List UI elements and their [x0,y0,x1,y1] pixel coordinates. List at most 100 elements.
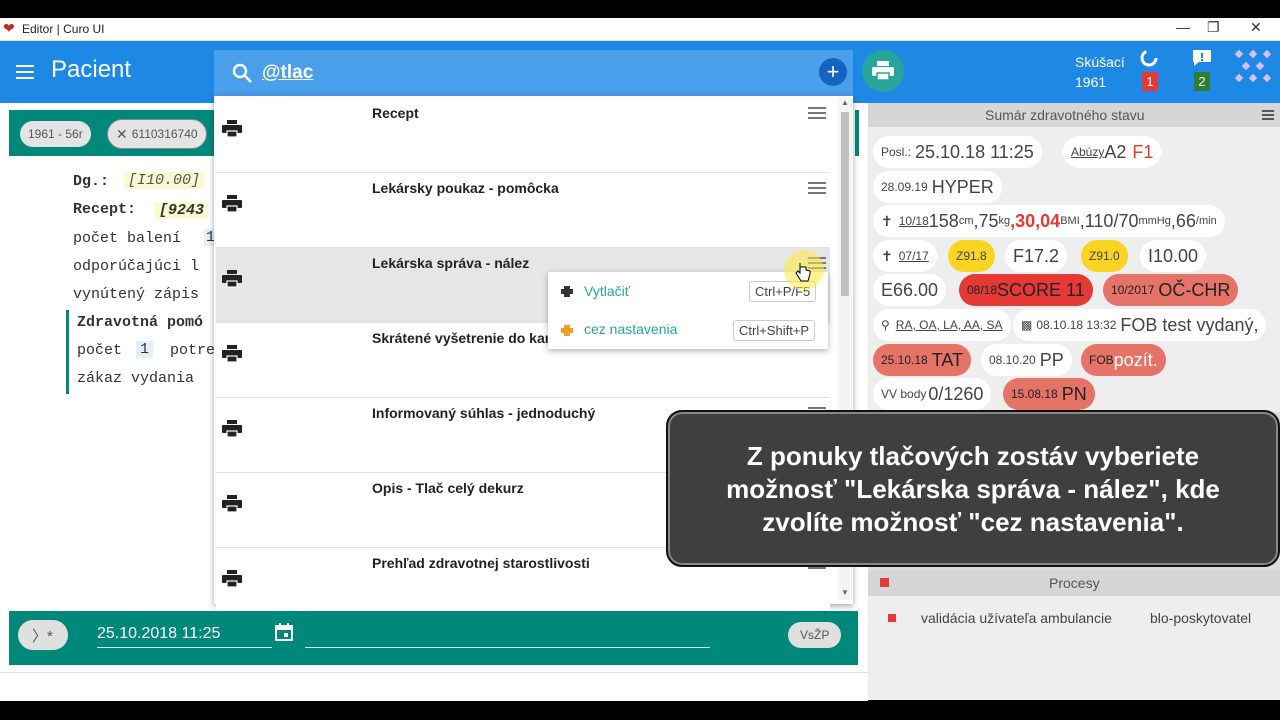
patient-id-chip[interactable]: ✕ 6110316740 [107,119,207,149]
close-window-button[interactable]: ✕ [1250,19,1262,36]
bmi-unit: BMI [1060,215,1080,227]
insurance-button[interactable]: VsŽP [788,622,842,648]
fob-test-chip[interactable]: ▩ 08.10.18 13:32 FOB test vydaný, [1013,309,1267,341]
item-options-icon[interactable] [808,181,826,199]
score-value: SCORE 11 [997,279,1085,300]
comment-icon: ▩ [1021,318,1033,332]
diagnosis-z910-label: Z91.0 [1089,249,1120,263]
hyper-chip[interactable]: 28.09.19 HYPER [873,171,1002,203]
pulse-unit: /min [1195,215,1217,227]
process-row[interactable]: validácia užívateľa ambulancie blo-posky… [868,604,1280,634]
diagnosis-i1000-chip[interactable]: I10.00 [1140,240,1207,272]
search-bar[interactable]: @tlac + [214,50,853,100]
ear-icon: 〉* [32,628,53,645]
message-badge: 2 [1194,72,1210,91]
pp-date: 08.10.20 [989,353,1036,367]
aid-ban-label: zákaz vydania [77,370,195,387]
printer-icon [222,195,242,218]
remove-icon[interactable]: ✕ [116,126,128,143]
sync-icon[interactable] [1139,48,1159,68]
eye-chronic-chip[interactable]: 10/2017 OČ-CHR [1103,274,1239,306]
menu-icon[interactable] [16,65,34,79]
diagnosis-z918-chip[interactable]: Z91.8 [948,240,995,272]
pulse-value: ,66 [1170,210,1196,231]
dg-value[interactable]: [I10.00] [124,172,205,189]
calendar-icon[interactable] [275,623,293,641]
tooltip-text: Z ponuky tlačových zostáv vyberiete možn… [668,440,1278,539]
age-chip: 1961 - 56r [20,121,91,147]
aid-count-value[interactable]: 1 [136,341,154,358]
dg-date-chip[interactable]: ✝ 07/17 [873,240,937,272]
print-menu-item-label: Lekárska správa - nález [372,255,530,271]
tat-date: 25.10.18 [881,353,928,367]
printer-icon [222,570,242,593]
printer-small-icon [561,286,573,297]
menu-scrollbar-thumb[interactable] [841,112,849,296]
printer-icon [222,495,242,518]
print-menu-item[interactable]: Lekársky poukaz - pomôcka [216,173,830,248]
sick-leave-value: PN [1061,383,1087,404]
diagnosis-e6600-chip[interactable]: E66.00 [873,274,947,306]
maximize-button[interactable]: ❐ [1207,19,1220,36]
abuse-chip[interactable]: Abúzy A2 F1 [1063,136,1162,168]
dg-label: Dg.: [73,173,110,190]
submenu-settings-shortcut: Ctrl+Shift+P [733,320,816,341]
aid-block-title: Zdravotná pomó [77,314,204,331]
examinations-chip[interactable]: ⚲ RA, OA, LA, AA, SA [873,309,1011,341]
hyper-date: 28.09.19 [881,180,928,194]
weight-value: ,75 [973,210,999,231]
processes-title: Procesy [1049,575,1100,591]
submenu-settings-item[interactable]: cez nastavenia Ctrl+Shift+P [548,315,828,347]
status-square-icon [888,614,896,622]
vv-points-chip[interactable]: VV body 0/1260 [873,378,992,410]
minimize-button[interactable]: — [1176,19,1190,35]
hearing-button[interactable]: 〉* [18,620,68,650]
print-button[interactable] [862,50,904,92]
forced-entry-line: vynútený zápis [73,286,200,303]
submenu-print-item[interactable]: Vytlačiť Ctrl+P/F5 [548,276,828,308]
sick-leave-chip[interactable]: 15.08.18 PN [1003,378,1095,410]
tooltip-line-3: zvolíte možnosť "cez nastavenia". [762,507,1184,537]
last-visit-chip[interactable]: Posl.: 25.10.18 11:25 [873,136,1042,168]
print-menu-item-label: Informovaný súhlas - jednoduchý [372,405,596,421]
add-icon[interactable]: + [819,58,847,86]
eye-chronic-date: 10/2017 [1111,283,1155,297]
vitals-chip[interactable]: ✝ 10/18 158 cm ,75 kg ,30,04 BMI ,110/70 mmH… [873,205,1225,237]
print-menu-item[interactable]: Recept [216,98,830,173]
pack-count-label: počet balení [73,230,182,247]
vv-points-value: 0/1260 [928,383,984,404]
search-input[interactable]: @tlac [262,62,313,84]
printer-icon [222,120,242,143]
page-title: Pacient [51,56,132,83]
message-icon[interactable] [1191,48,1213,68]
summary-menu-icon[interactable] [1262,110,1274,120]
zoom-icon: ⚲ [881,318,890,332]
item-options-icon[interactable] [808,106,826,124]
aid-count-label: počet [77,342,123,359]
print-menu-item-label: Skrátené vyšetrenie do karty [372,330,563,346]
bp-unit: mmHg [1138,215,1171,227]
bmi-value: ,30,04 [1010,210,1061,231]
scroll-up-icon[interactable]: ▲ [841,98,849,107]
referring-line: odporúčajúci l [73,258,200,275]
recept-value[interactable]: [9243 [155,202,209,219]
window-titlebar: ❤ Editor | Curo UI — ❐ ✕ [0,18,1280,41]
print-menu-item-label: Lekársky poukaz - pomôcka [372,180,559,196]
scroll-down-icon[interactable]: ▼ [841,588,849,597]
score-chip[interactable]: 08/18 SCORE 11 [959,274,1093,306]
printer-icon [222,420,242,443]
fob-positive-chip[interactable]: FOB pozít. [1081,344,1166,376]
diagnosis-f172-chip[interactable]: F17.2 [1005,240,1068,272]
diagnosis-z918-label: Z91.8 [956,249,987,263]
diagnosis-z910-chip[interactable]: Z91.0 [1081,240,1128,272]
pp-chip[interactable]: 08.10.20 PP [981,344,1072,376]
examinations-label: RA, OA, LA, AA, SA [895,318,1003,332]
note-input[interactable] [305,647,710,648]
apps-logo-icon[interactable] [1232,47,1274,87]
aid-need-label: potre [170,342,216,359]
weight-unit: kg [998,215,1011,227]
datetime-field[interactable]: 25.10.2018 11:25 [97,625,220,643]
tat-chip[interactable]: 25.10.18 TAT [873,344,972,376]
sync-badge: 1 [1142,72,1158,91]
height-value: 158 [928,210,959,231]
